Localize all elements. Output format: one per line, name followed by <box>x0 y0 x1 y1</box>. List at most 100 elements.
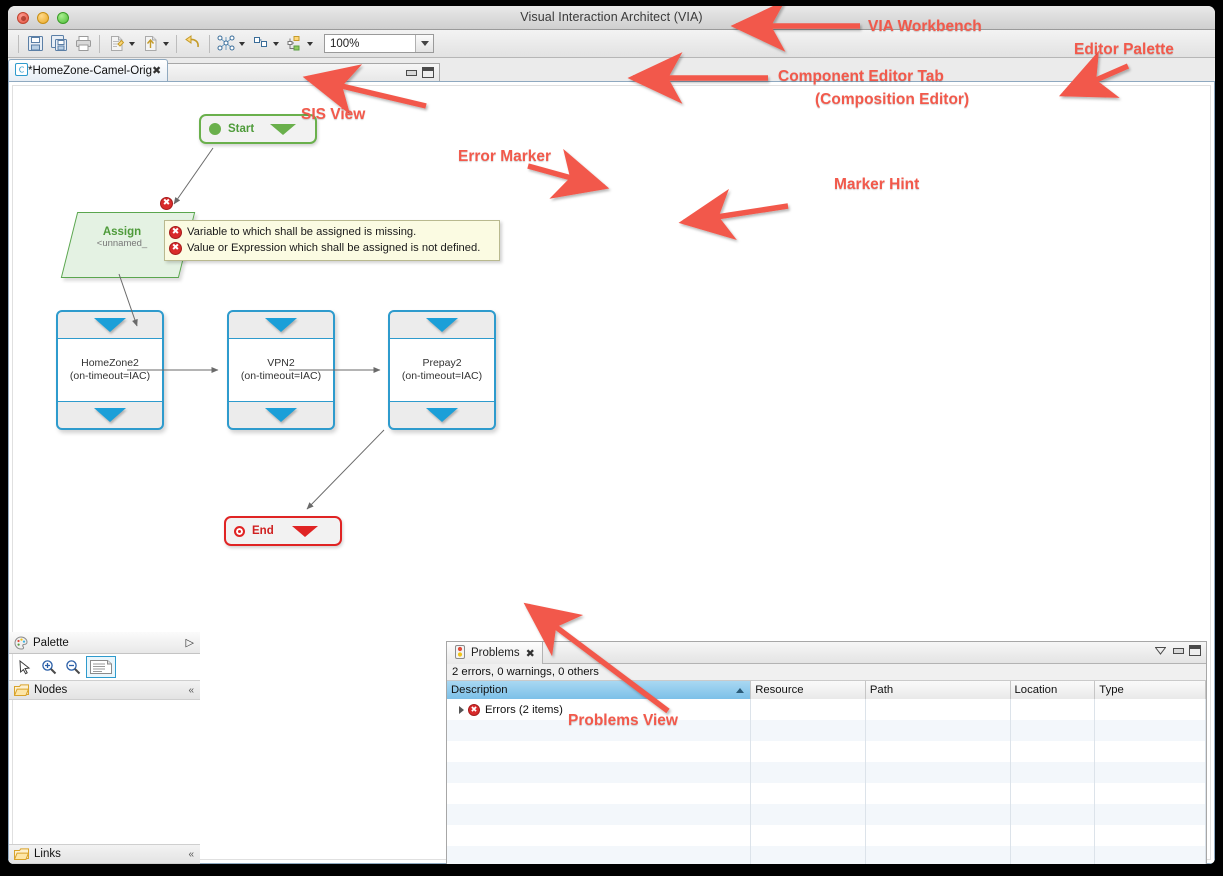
collapse-triangle-icon[interactable] <box>270 124 296 135</box>
palette-icon <box>14 636 28 650</box>
annotation-component-editor-tab: Component Editor Tab <box>778 68 944 86</box>
collapse-icon[interactable]: « <box>188 849 194 860</box>
undo-icon[interactable] <box>182 33 204 55</box>
chevron-down-icon[interactable] <box>273 42 279 46</box>
problems-cell <box>1095 699 1206 720</box>
folder-icon <box>14 847 29 861</box>
problems-column-header[interactable]: Description <box>447 681 751 699</box>
triangle-down-icon <box>265 408 297 422</box>
svg-text:C: C <box>19 65 25 74</box>
service-bottom-band[interactable] <box>229 402 333 428</box>
marker-hint-tooltip: ✖ Variable to which shall be assigned is… <box>164 220 500 261</box>
problems-cell <box>1095 846 1206 864</box>
zoom-in-icon[interactable] <box>38 656 60 678</box>
service-bottom-band[interactable] <box>58 402 162 428</box>
chevron-right-icon[interactable] <box>459 706 464 714</box>
problems-cell <box>447 825 751 846</box>
service-top-band[interactable] <box>229 312 333 338</box>
marquee-icon[interactable] <box>86 656 116 678</box>
zoom-level-combobox[interactable]: 100% <box>324 34 434 53</box>
palette-group-header[interactable]: Links « <box>9 844 200 864</box>
problems-table[interactable]: DescriptionResourcePath Location Type ✖Err… <box>447 681 1206 864</box>
end-node-label: End <box>252 525 274 537</box>
problems-view-controls <box>1155 645 1201 656</box>
problems-cell <box>751 699 866 720</box>
chevron-down-icon[interactable] <box>129 42 135 46</box>
error-marker-icon[interactable]: ✖ <box>160 197 173 210</box>
problems-cell <box>447 804 751 825</box>
palette-group-title: Links <box>34 848 61 860</box>
problems-column-header[interactable]: Path <box>866 681 1011 699</box>
annotation-editor-palette: Editor Palette <box>1074 41 1174 59</box>
collapse-icon[interactable]: « <box>188 685 194 696</box>
service-node-detail: (on-timeout=IAC) <box>402 370 482 383</box>
problems-table-rows[interactable]: ✖Errors (2 items) <box>447 699 1206 864</box>
service-bottom-band[interactable] <box>390 402 494 428</box>
problems-row[interactable]: ✖Errors (2 items) <box>447 699 1206 720</box>
service-node-name: VPN2 <box>267 357 294 370</box>
problems-table-header: DescriptionResourcePath Location Type <box>447 681 1206 699</box>
problems-row <box>447 804 1206 825</box>
composition-editor: C *HomeZone-Camel-Orig ✖ <box>8 59 572 631</box>
distribute-icon[interactable] <box>283 33 305 55</box>
error-icon: ✖ <box>169 226 182 239</box>
problems-column-header[interactable]: Resource <box>751 681 866 699</box>
problems-cell <box>866 804 1011 825</box>
problems-cell <box>751 762 866 783</box>
service-top-band[interactable] <box>390 312 494 338</box>
tab-problems[interactable]: Problems ✖ <box>447 642 543 664</box>
export-icon[interactable] <box>139 33 161 55</box>
problems-cell <box>1011 846 1096 864</box>
new-wizard-icon[interactable] <box>105 33 127 55</box>
toolbar-separator <box>176 35 177 53</box>
close-icon[interactable]: ✖ <box>526 648 535 659</box>
problems-column-label: Location <box>1015 684 1058 696</box>
palette-group-header[interactable]: Nodes « <box>9 680 200 700</box>
close-icon[interactable]: ✖ <box>152 65 161 76</box>
problems-view-panel: Problems ✖ 2 errors, 0 warnings, 0 other… <box>446 641 1207 864</box>
palette-pin-icon[interactable]: ▷ <box>186 636 194 649</box>
chevron-down-icon[interactable] <box>239 42 245 46</box>
diagram-node-service[interactable]: HomeZone2 (on-timeout=IAC) <box>56 310 164 430</box>
diagram-node-start[interactable]: Start <box>199 114 317 144</box>
marker-hint-text-1: Variable to which shall be assigned is m… <box>187 226 416 238</box>
collapse-triangle-icon[interactable] <box>292 526 318 537</box>
select-tool-icon[interactable] <box>14 656 36 678</box>
maximize-icon[interactable] <box>1189 645 1201 656</box>
problems-cell <box>1011 804 1096 825</box>
service-top-band[interactable] <box>58 312 162 338</box>
view-menu-icon[interactable] <box>1155 647 1166 655</box>
diagram-node-end[interactable]: End <box>224 516 342 546</box>
service-body: HomeZone2 (on-timeout=IAC) <box>58 338 162 402</box>
problems-cell <box>866 783 1011 804</box>
problems-column-header[interactable]: Type <box>1095 681 1206 699</box>
minimize-icon[interactable] <box>1172 646 1183 655</box>
chevron-down-icon[interactable] <box>163 42 169 46</box>
zoom-dropdown-arrow[interactable] <box>415 35 433 52</box>
problems-cell <box>447 783 751 804</box>
print-icon[interactable] <box>72 33 94 55</box>
annotation-marker-hint: Marker Hint <box>834 176 919 194</box>
marker-hint-line: ✖ Value or Expression which shall be ass… <box>169 240 493 256</box>
diagram-node-service[interactable]: Prepay2 (on-timeout=IAC) <box>388 310 496 430</box>
application-window: Visual Interaction Architect (VIA) <box>8 6 1215 864</box>
annotation-via-workbench: VIA Workbench <box>868 18 982 36</box>
composition-file-icon: C <box>15 63 28 79</box>
chevron-down-icon[interactable] <box>307 42 313 46</box>
problems-column-header[interactable]: Location <box>1011 681 1096 699</box>
palette-group-title: Nodes <box>34 684 67 696</box>
problems-cell <box>1011 720 1096 741</box>
problems-tabbar: Problems ✖ <box>447 642 1206 664</box>
problems-row <box>447 741 1206 762</box>
save-all-icon[interactable] <box>48 33 70 55</box>
align-icon[interactable] <box>249 33 271 55</box>
toolbar-separator <box>99 35 100 53</box>
layout-icon[interactable] <box>215 33 237 55</box>
zoom-out-icon[interactable] <box>62 656 84 678</box>
save-icon[interactable] <box>24 33 46 55</box>
diagram-node-service[interactable]: VPN2 (on-timeout=IAC) <box>227 310 335 430</box>
editor-tab-label: *HomeZone-Camel-Orig <box>28 65 152 77</box>
problems-tab-label: Problems <box>471 647 520 659</box>
folder-icon <box>14 683 29 697</box>
tab-homezone-camel-orig[interactable]: C *HomeZone-Camel-Orig ✖ <box>8 59 168 81</box>
